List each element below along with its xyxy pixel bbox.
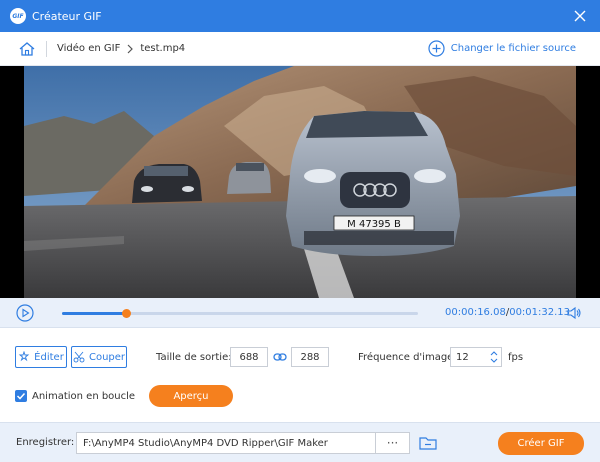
folder-icon[interactable] xyxy=(418,434,438,452)
frame-rate-label: Fréquence d'image: xyxy=(358,352,457,363)
add-circle-icon xyxy=(428,40,445,57)
magic-wand-icon xyxy=(18,351,30,362)
frame-rate-input[interactable]: 12 xyxy=(450,347,502,367)
license-plate-text: M 47395 B xyxy=(347,219,401,230)
nav-bar: Vidéo en GIF test.mp4 Changer le fichier… xyxy=(0,32,600,66)
volume-icon[interactable] xyxy=(566,305,582,321)
edit-button[interactable]: Éditer xyxy=(15,346,67,368)
save-footer: Enregistrer: F:\AnyMP4 Studio\AnyMP4 DVD… xyxy=(0,422,600,462)
height-input[interactable]: 288 xyxy=(291,347,329,367)
loop-checkbox[interactable] xyxy=(15,390,27,402)
video-frame: M 47395 B xyxy=(24,66,576,298)
window-title: Créateur GIF xyxy=(32,9,102,23)
save-path-field[interactable]: F:\AnyMP4 Studio\AnyMP4 DVD Ripper\GIF M… xyxy=(76,432,410,454)
breadcrumb-parent[interactable]: Vidéo en GIF xyxy=(57,43,120,54)
progress-fill xyxy=(62,312,127,315)
app-logo-icon: GIF xyxy=(10,8,26,24)
cut-label: Couper xyxy=(88,351,126,363)
change-source-button[interactable]: Changer le fichier source xyxy=(428,40,576,57)
playback-controls: 00:00:16.08/00:01:32.13 xyxy=(0,298,600,328)
chevron-right-icon xyxy=(127,44,134,53)
nav-divider xyxy=(46,40,47,57)
stepper-icon[interactable] xyxy=(489,349,499,365)
scissors-icon xyxy=(73,351,85,363)
car-dark xyxy=(132,164,202,203)
change-source-label: Changer le fichier source xyxy=(450,43,576,54)
checkmark-icon xyxy=(16,392,26,400)
title-bar: GIF Créateur GIF xyxy=(0,0,600,32)
browse-button[interactable]: ··· xyxy=(375,433,409,453)
progress-handle[interactable] xyxy=(122,309,132,318)
current-time: 00:00:16.08 xyxy=(445,307,506,318)
preview-button[interactable]: Aperçu xyxy=(149,385,233,407)
video-preview: M 47395 B xyxy=(0,66,600,298)
cut-button[interactable]: Couper xyxy=(71,346,127,368)
edit-label: Éditer xyxy=(34,351,64,363)
fps-unit: fps xyxy=(508,352,524,363)
time-display: 00:00:16.08/00:01:32.13 xyxy=(445,307,570,318)
home-icon[interactable] xyxy=(18,40,36,58)
gif-settings: Éditer Couper Taille de sortie: 688 288 … xyxy=(0,329,600,422)
link-icon[interactable] xyxy=(273,350,287,364)
width-input[interactable]: 688 xyxy=(230,347,268,367)
frame-rate-value: 12 xyxy=(456,351,469,363)
play-icon[interactable] xyxy=(16,304,34,322)
close-icon[interactable] xyxy=(572,8,588,24)
save-path-text: F:\AnyMP4 Studio\AnyMP4 DVD Ripper\GIF M… xyxy=(83,437,328,449)
car-audi: M 47395 B xyxy=(286,111,460,256)
output-size-label: Taille de sortie: xyxy=(156,352,232,363)
save-label: Enregistrer: xyxy=(16,437,75,448)
total-time: 00:01:32.13 xyxy=(509,307,571,318)
create-gif-button[interactable]: Créer GIF xyxy=(498,432,584,455)
breadcrumb-file: test.mp4 xyxy=(140,43,186,54)
progress-track[interactable] xyxy=(62,309,418,318)
loop-label[interactable]: Animation en boucle xyxy=(32,391,135,402)
